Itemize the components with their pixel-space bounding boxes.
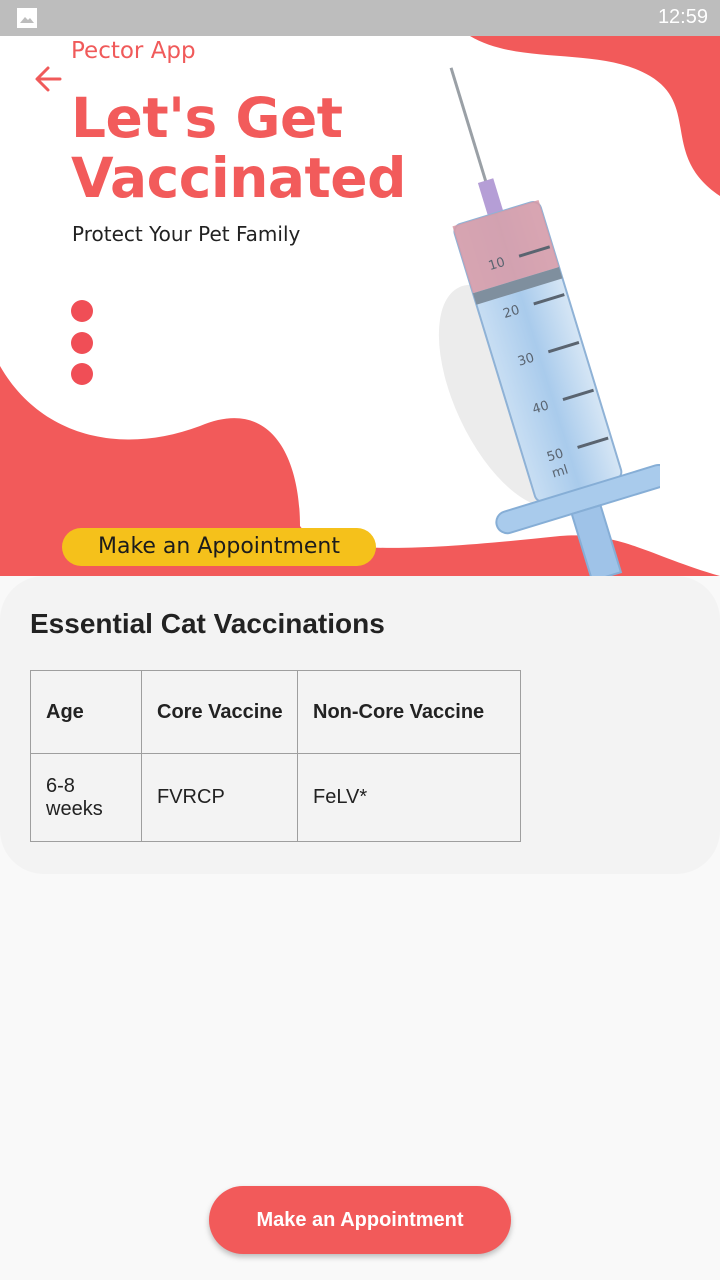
- headline-line-1: Let's Get: [71, 86, 343, 150]
- decor-dot: [71, 363, 93, 385]
- status-bar: 12:59: [0, 0, 720, 36]
- header-non-core-vaccine: Non-Core Vaccine: [297, 670, 521, 754]
- hero-banner: Pector App Let's Get Vaccinated Protect …: [0, 36, 720, 576]
- back-button[interactable]: [30, 62, 70, 96]
- make-appointment-button[interactable]: Make an Appointment: [209, 1186, 511, 1254]
- syringe-illustration: 10 20 30 40 50 ml: [438, 67, 660, 576]
- cell-non-core-vaccine: FeLV*: [297, 753, 521, 842]
- table-row: 6-8 weeks FVRCP FeLV*: [30, 753, 521, 842]
- arrow-left-icon: [35, 66, 62, 92]
- decor-dot: [71, 332, 93, 354]
- cell-age-line-1: 6-8: [46, 774, 75, 797]
- brand-name: Pector App: [71, 38, 196, 64]
- gallery-notification-icon: [17, 8, 37, 28]
- decor-dot: [71, 300, 93, 322]
- headline-line-2: Vaccinated: [71, 146, 406, 210]
- vaccination-table: Age Core Vaccine Non-Core Vaccine 6-8 we…: [30, 670, 521, 842]
- vaccination-card: Essential Cat Vaccinations Age Core Vacc…: [0, 576, 720, 874]
- cell-age-line-2: weeks: [46, 797, 103, 820]
- table-header-row: Age Core Vaccine Non-Core Vaccine: [30, 670, 521, 754]
- header-age: Age: [30, 670, 142, 754]
- cell-core-vaccine: FVRCP: [141, 753, 298, 842]
- status-time: 12:59: [657, 6, 708, 28]
- cell-age: 6-8 weeks: [30, 753, 142, 842]
- hero-appointment-pill[interactable]: Make an Appointment: [62, 528, 376, 566]
- card-title: Essential Cat Vaccinations: [30, 608, 385, 639]
- header-core-vaccine: Core Vaccine: [141, 670, 298, 754]
- hero-headline: Let's Get Vaccinated: [71, 88, 406, 208]
- hero-tagline: Protect Your Pet Family: [72, 222, 301, 246]
